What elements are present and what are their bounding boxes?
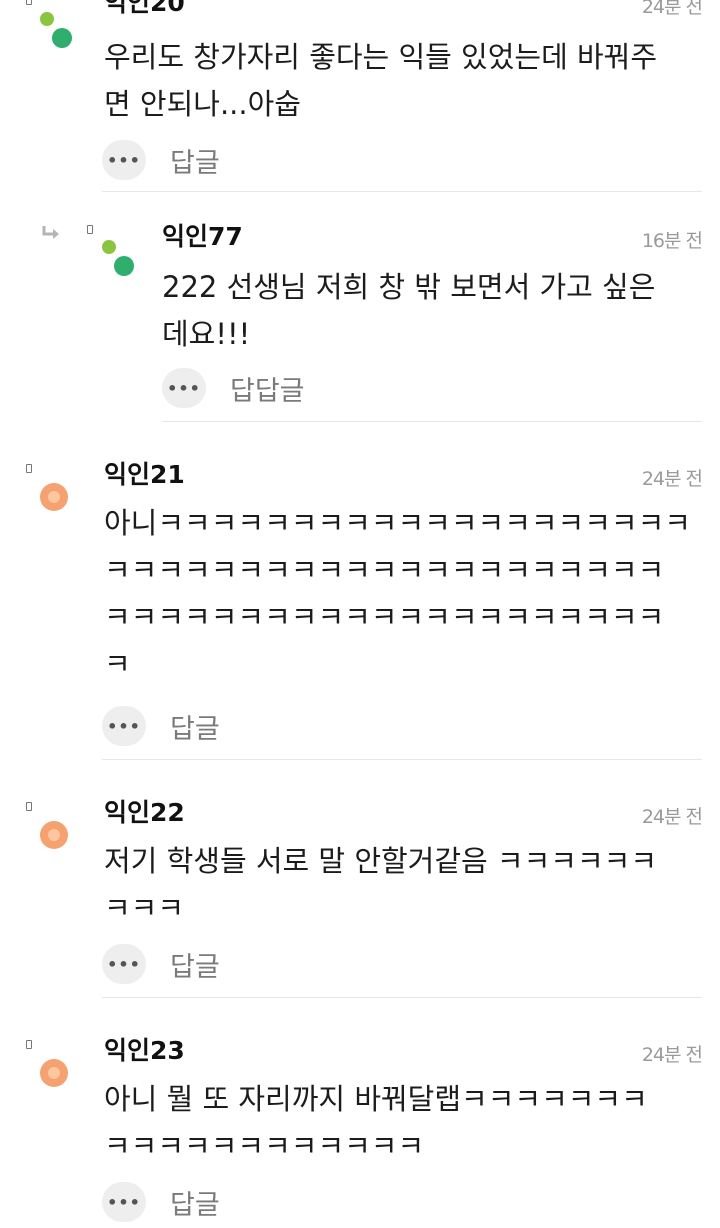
avatar-icon <box>114 256 134 276</box>
avatar-marker-icon <box>87 225 93 234</box>
more-button[interactable]: ••• <box>162 368 206 408</box>
comment-text: 222 선생님 저희 창 밖 보면서 가고 싶은 데요!!! <box>162 270 656 351</box>
comment-author[interactable]: 익인77 <box>162 222 243 252</box>
reply-button[interactable]: 답글 <box>170 707 220 746</box>
avatar-marker-icon <box>26 464 32 473</box>
avatar-marker-icon <box>26 0 32 5</box>
reply-button[interactable]: 답답글 <box>230 369 305 408</box>
avatar-icon <box>40 12 54 26</box>
avatar-icon <box>40 483 68 511</box>
comment-thread: 익인20 24분 전 우리도 창가자리 좋다는 익들 있었는데 바꿔주 면 안되… <box>0 0 720 1228</box>
reply-comment-item: 익인77 16분 전 222 선생님 저희 창 밖 보면서 가고 싶은 데요!!… <box>0 192 720 422</box>
comment-item: 익인21 24분 전 아니ㅋㅋㅋㅋㅋㅋㅋㅋㅋㅋㅋㅋㅋㅋㅋㅋㅋㅋㅋㅋ ㅋㅋㅋㅋㅋㅋ… <box>0 422 720 760</box>
more-dots-icon: ••• <box>107 1192 141 1212</box>
comment-time: 24분 전 <box>641 1044 703 1066</box>
reply-arrow-icon <box>42 226 59 239</box>
comment-author[interactable]: 익인20 <box>104 0 185 18</box>
avatar-icon <box>52 28 72 48</box>
comment-item: 익인20 24분 전 우리도 창가자리 좋다는 익들 있었는데 바꿔주 면 안되… <box>0 0 720 192</box>
avatar-marker-icon <box>26 802 32 811</box>
more-dots-icon: ••• <box>167 378 201 398</box>
comment-author[interactable]: 익인21 <box>104 460 185 490</box>
more-dots-icon: ••• <box>107 716 141 736</box>
comment-text: 저기 학생들 서로 말 안할거같음 ㅋㅋㅋㅋㅋㅋ ㅋㅋㅋ <box>104 844 658 925</box>
comment-actions: ••• 답글 <box>102 706 220 746</box>
more-button[interactable]: ••• <box>102 944 146 984</box>
comment-item: 익인22 24분 전 저기 학생들 서로 말 안할거같음 ㅋㅋㅋㅋㅋㅋ ㅋㅋㅋ … <box>0 760 720 998</box>
comment-text: 우리도 창가자리 좋다는 익들 있었는데 바꿔주 면 안되나...아숩 <box>104 40 658 121</box>
comment-author[interactable]: 익인23 <box>104 1036 185 1066</box>
more-dots-icon: ••• <box>107 954 141 974</box>
reply-button[interactable]: 답글 <box>170 1183 220 1222</box>
more-button[interactable]: ••• <box>102 706 146 746</box>
comment-text: 아니 뭘 또 자리까지 바꿔달랩ㅋㅋㅋㅋㅋㅋㅋ ㅋㅋㅋㅋㅋㅋㅋㅋㅋㅋㅋㅋ <box>104 1082 648 1163</box>
comment-actions: ••• 답글 <box>102 1182 220 1222</box>
comment-time: 24분 전 <box>641 468 703 490</box>
comment-actions: ••• 답답글 <box>162 368 305 408</box>
more-button[interactable]: ••• <box>102 1182 146 1222</box>
more-button[interactable]: ••• <box>102 140 146 180</box>
avatar-icon <box>102 240 116 254</box>
avatar-marker-icon <box>26 1040 32 1049</box>
comment-item: 익인23 24분 전 아니 뭘 또 자리까지 바꿔달랩ㅋㅋㅋㅋㅋㅋㅋ ㅋㅋㅋㅋㅋ… <box>0 998 720 1228</box>
comment-time: 16분 전 <box>641 230 703 252</box>
more-dots-icon: ••• <box>107 150 141 170</box>
comment-time: 24분 전 <box>641 0 703 18</box>
reply-button[interactable]: 답글 <box>170 141 220 180</box>
comment-actions: ••• 답글 <box>102 140 220 180</box>
comment-text: 아니ㅋㅋㅋㅋㅋㅋㅋㅋㅋㅋㅋㅋㅋㅋㅋㅋㅋㅋㅋㅋ ㅋㅋㅋㅋㅋㅋㅋㅋㅋㅋㅋㅋㅋㅋㅋㅋㅋ… <box>104 506 691 681</box>
comment-time: 24분 전 <box>641 806 703 828</box>
avatar-icon <box>40 1059 68 1087</box>
reply-button[interactable]: 답글 <box>170 945 220 984</box>
comment-actions: ••• 답글 <box>102 944 220 984</box>
avatar-icon <box>40 821 68 849</box>
comment-author[interactable]: 익인22 <box>104 798 185 828</box>
